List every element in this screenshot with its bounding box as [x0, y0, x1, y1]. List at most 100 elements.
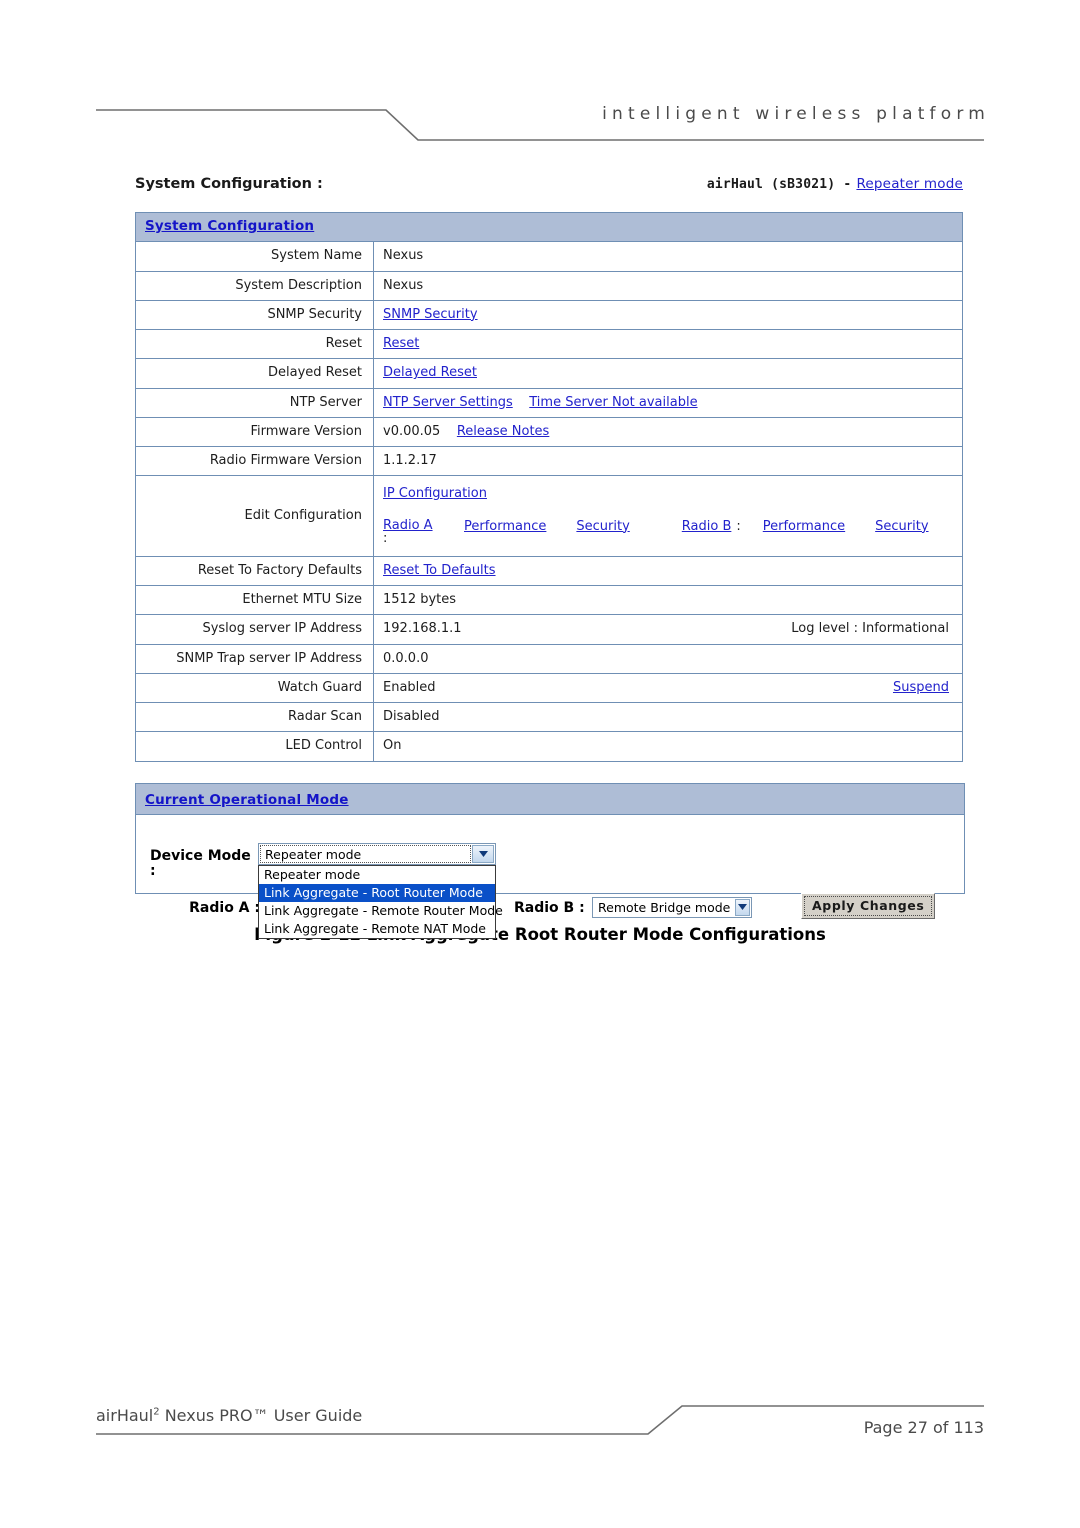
- dropdown-option-highlighted[interactable]: Link Aggregate - Root Router Mode: [259, 883, 495, 902]
- row-label: Ethernet MTU Size: [135, 585, 374, 616]
- table-row: Radar Scan Disabled: [135, 702, 963, 733]
- row-value: NTP Server Settings Time Server Not avai…: [373, 387, 963, 418]
- dropdown-option[interactable]: Link Aggregate - Remote NAT Mode: [259, 920, 495, 938]
- snmp-security-link[interactable]: SNMP Security: [383, 307, 478, 322]
- table-row: Syslog server IP Address 192.168.1.1 Log…: [135, 614, 963, 645]
- row-value: 0.0.0.0: [373, 643, 963, 674]
- table-row: Radio Firmware Version 1.1.2.17: [135, 445, 963, 477]
- row-label: LED Control: [135, 731, 374, 762]
- device-mode-select[interactable]: Repeater mode: [258, 842, 496, 865]
- table-row-edit-configuration: Edit Configuration IP Configuration Radi…: [135, 475, 963, 557]
- figure-header-row: System Configuration : airHaul (sB3021) …: [135, 176, 963, 192]
- table-row: Ethernet MTU Size 1512 bytes: [135, 585, 963, 616]
- row-label: Syslog server IP Address: [135, 614, 374, 645]
- table-row: NTP Server NTP Server Settings Time Serv…: [135, 387, 963, 418]
- header-tagline: intelligent wireless platform: [602, 104, 990, 124]
- row-value: 1.1.2.17: [373, 445, 963, 477]
- footer-page-number: Page 27 of 113: [863, 1418, 984, 1437]
- system-configuration-title: System Configuration: [145, 218, 315, 234]
- row-label: Radar Scan: [135, 702, 374, 733]
- device-mode-dropdown-list[interactable]: Repeater mode Link Aggregate - Root Rout…: [258, 864, 503, 939]
- row-value: Disabled: [373, 702, 963, 733]
- ntp-server-settings-link[interactable]: NTP Server Settings: [383, 395, 513, 410]
- table-row: Watch Guard Enabled Suspend: [135, 672, 963, 704]
- row-label: Reset: [135, 328, 374, 360]
- radio-b-performance-link[interactable]: Performance: [763, 519, 845, 535]
- radio-a-performance-link[interactable]: Performance: [464, 519, 546, 535]
- device-mode-label-text: Device Mode: [150, 847, 251, 864]
- table-row: LED Control On: [135, 731, 963, 762]
- row-label: Edit Configuration: [135, 475, 374, 557]
- figure-caption: Figure 2-12 Link Aggregate Root Router M…: [254, 925, 826, 944]
- device-identity: airHaul (sB3021) - Repeater mode: [707, 176, 963, 192]
- time-server-status-link[interactable]: Time Server Not available: [529, 395, 697, 410]
- suspend-link[interactable]: Suspend: [893, 680, 953, 696]
- radio-a-group: Radio A :: [383, 518, 433, 546]
- dropdown-option[interactable]: Link Aggregate - Remote Router Mode: [259, 902, 503, 920]
- row-label: SNMP Trap server IP Address: [135, 643, 374, 674]
- row-value: On: [373, 731, 963, 762]
- watch-guard-value: Enabled: [383, 679, 436, 695]
- device-mode-link[interactable]: Repeater mode: [856, 176, 963, 192]
- footer-title-post: Nexus PRO™ User Guide: [159, 1406, 363, 1425]
- current-operational-mode-body: Device Mode : Repeater mode Repeater mod…: [136, 815, 964, 939]
- syslog-ip-value: 192.168.1.1: [383, 621, 462, 637]
- device-model: airHaul (sB3021) -: [706, 177, 852, 192]
- table-row: Firmware Version v0.00.05 Release Notes: [135, 416, 963, 448]
- row-value: Reset To Defaults: [373, 555, 963, 587]
- table-row: SNMP Trap server IP Address 0.0.0.0: [135, 643, 963, 674]
- current-operational-mode-panel: Current Operational Mode Device Mode : R…: [135, 782, 965, 939]
- apply-changes-button[interactable]: Apply Changes: [801, 892, 936, 919]
- chevron-down-icon[interactable]: [735, 898, 750, 916]
- dropdown-option[interactable]: Repeater mode: [259, 866, 495, 884]
- radio-b-colon: :: [736, 518, 741, 534]
- row-label: System Name: [135, 241, 374, 272]
- chevron-down-icon[interactable]: [472, 844, 494, 863]
- table-row: SNMP Security SNMP Security: [135, 299, 963, 331]
- log-level-note: Log level : Informational: [791, 621, 949, 637]
- row-value: SNMP Security: [373, 299, 963, 331]
- apply-changes-label: Apply Changes: [804, 895, 933, 916]
- current-operational-mode-title: Current Operational Mode: [145, 791, 349, 808]
- reset-link[interactable]: Reset: [383, 336, 419, 351]
- reset-to-defaults-link[interactable]: Reset To Defaults: [383, 563, 496, 578]
- figure-screenshot: System Configuration : airHaul (sB3021) …: [135, 176, 965, 939]
- table-row: Reset Reset: [135, 328, 963, 360]
- row-label: Delayed Reset: [135, 358, 374, 389]
- row-value: Reset: [373, 328, 963, 360]
- row-label: SNMP Security: [135, 299, 374, 331]
- radio-a-security-link[interactable]: Security: [576, 519, 629, 535]
- release-notes-link[interactable]: Release Notes: [457, 424, 549, 439]
- firmware-version-value: v0.00.05: [383, 423, 441, 439]
- row-value: v0.00.05 Release Notes: [373, 416, 963, 448]
- delayed-reset-link[interactable]: Delayed Reset: [383, 365, 477, 380]
- current-operational-mode-bar: Current Operational Mode: [136, 783, 964, 815]
- radio-b-mode-select[interactable]: Remote Bridge mode: [592, 896, 752, 918]
- system-configuration-table: System Configuration System Name Nexus S…: [135, 211, 963, 762]
- row-label: System Description: [135, 270, 374, 301]
- row-value: Nexus: [373, 270, 963, 301]
- footer-document-title: airHaul2 Nexus PRO™ User Guide: [96, 1406, 362, 1425]
- footer-title-pre: airHaul: [96, 1406, 154, 1425]
- radio-b-link[interactable]: Radio B: [682, 519, 732, 535]
- radio-a-link[interactable]: Radio A: [383, 518, 433, 533]
- radio-b-security-link[interactable]: Security: [875, 519, 928, 535]
- ip-configuration-link[interactable]: IP Configuration: [383, 486, 487, 501]
- page-title: System Configuration :: [135, 176, 323, 192]
- table-row: System Description Nexus: [135, 270, 963, 301]
- radio-b-label: Radio B :: [514, 899, 585, 916]
- row-value: 1512 bytes: [373, 585, 963, 616]
- device-mode-label: Device Mode :: [150, 847, 260, 880]
- row-value: Nexus: [373, 241, 963, 272]
- radio-a-label: Radio A :: [189, 899, 260, 916]
- row-value: IP Configuration Radio A : Performance S…: [373, 475, 963, 557]
- panel-header-row: System Configuration: [135, 211, 963, 243]
- table-row: Reset To Factory Defaults Reset To Defau…: [135, 555, 963, 587]
- row-label: Watch Guard: [135, 672, 374, 704]
- row-value: Delayed Reset: [373, 358, 963, 389]
- row-label: Reset To Factory Defaults: [135, 555, 374, 587]
- row-label: NTP Server: [135, 387, 374, 418]
- radio-b-mode-select-value: Remote Bridge mode: [598, 899, 731, 915]
- system-configuration-bar: System Configuration: [135, 211, 963, 243]
- table-row: Delayed Reset Delayed Reset: [135, 358, 963, 389]
